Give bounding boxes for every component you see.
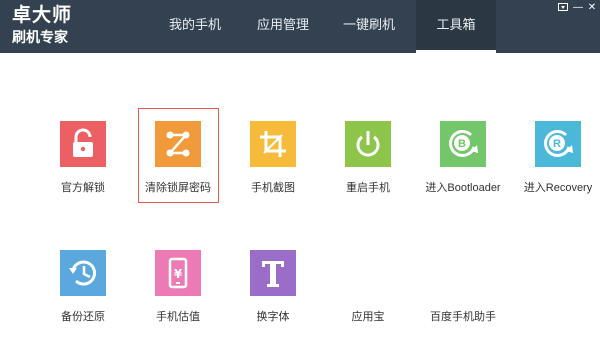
active-tab-indicator [416, 50, 496, 53]
tab-label: 一键刷机 [342, 17, 395, 32]
tool-phone-valuation[interactable]: ¥ 手机估值 [133, 250, 223, 324]
tab-label: 应用管理 [256, 17, 309, 32]
svg-text:B: B [458, 138, 466, 150]
tool-reboot-phone[interactable]: 重启手机 [323, 121, 413, 195]
tool-clear-lockscreen-password[interactable]: 清除锁屏密码 [133, 121, 223, 195]
tool-label: 进入Recovery [523, 182, 593, 194]
tool-label: 换字体 [256, 311, 290, 323]
tool-label: 备份还原 [61, 311, 105, 323]
tab-one-click-flash[interactable]: 一键刷机 [332, 0, 406, 53]
phone-value-icon: ¥ [155, 250, 201, 296]
top-bar: 卓大师 刷机专家 我的手机 应用管理 一键刷机 工具箱 — ✕ [0, 0, 600, 53]
tool-label: 官方解锁 [61, 182, 105, 194]
app-logo: 卓大师 刷机专家 [12, 6, 72, 44]
tool-label: 进入Bootloader [425, 182, 501, 194]
tool-label: 清除锁屏密码 [145, 182, 211, 194]
backup-restore-icon [60, 250, 106, 296]
tool-change-font[interactable]: 换字体 [228, 250, 318, 324]
tool-enter-bootloader[interactable]: B 进入Bootloader [418, 121, 508, 195]
bootloader-icon: B [440, 121, 486, 167]
tool-screenshot[interactable]: 手机截图 [228, 121, 318, 195]
close-button[interactable]: ✕ [585, 2, 599, 14]
tool-backup-restore[interactable]: 备份还原 [38, 250, 128, 324]
tab-toolbox[interactable]: 工具箱 [416, 0, 496, 53]
tool-official-unlock[interactable]: 官方解锁 [38, 121, 128, 195]
font-icon [250, 250, 296, 296]
unlock-icon [60, 121, 106, 167]
tool-label: 手机估值 [156, 311, 200, 323]
tab-label: 我的手机 [168, 17, 221, 32]
dropdown-menu-icon[interactable] [558, 3, 568, 11]
baidu-assistant-icon [440, 250, 486, 296]
tool-baidu-assistant[interactable]: 百度手机助手 [418, 250, 508, 324]
minimize-button[interactable]: — [571, 2, 585, 14]
svg-text:¥: ¥ [174, 267, 183, 281]
logo-subtitle: 刷机专家 [12, 29, 68, 45]
tool-label: 重启手机 [346, 182, 390, 194]
yingyongbao-icon [345, 250, 391, 296]
pattern-lock-icon [155, 121, 201, 167]
crop-icon [250, 121, 296, 167]
tab-my-phone[interactable]: 我的手机 [158, 0, 232, 53]
minimize-icon: — [573, 2, 583, 13]
svg-text:R: R [553, 138, 561, 150]
tool-label: 百度手机助手 [430, 311, 496, 323]
tab-app-manager[interactable]: 应用管理 [245, 0, 321, 53]
tool-label: 手机截图 [251, 182, 295, 194]
close-icon: ✕ [587, 2, 597, 13]
power-icon [345, 121, 391, 167]
tab-label: 工具箱 [436, 17, 476, 32]
logo-title: 卓大师 [12, 5, 73, 26]
recovery-icon: R [535, 121, 581, 167]
tool-yingyongbao[interactable]: 应用宝 [323, 250, 413, 324]
tool-enter-recovery[interactable]: R 进入Recovery [513, 121, 600, 195]
tool-label: 应用宝 [351, 311, 385, 323]
